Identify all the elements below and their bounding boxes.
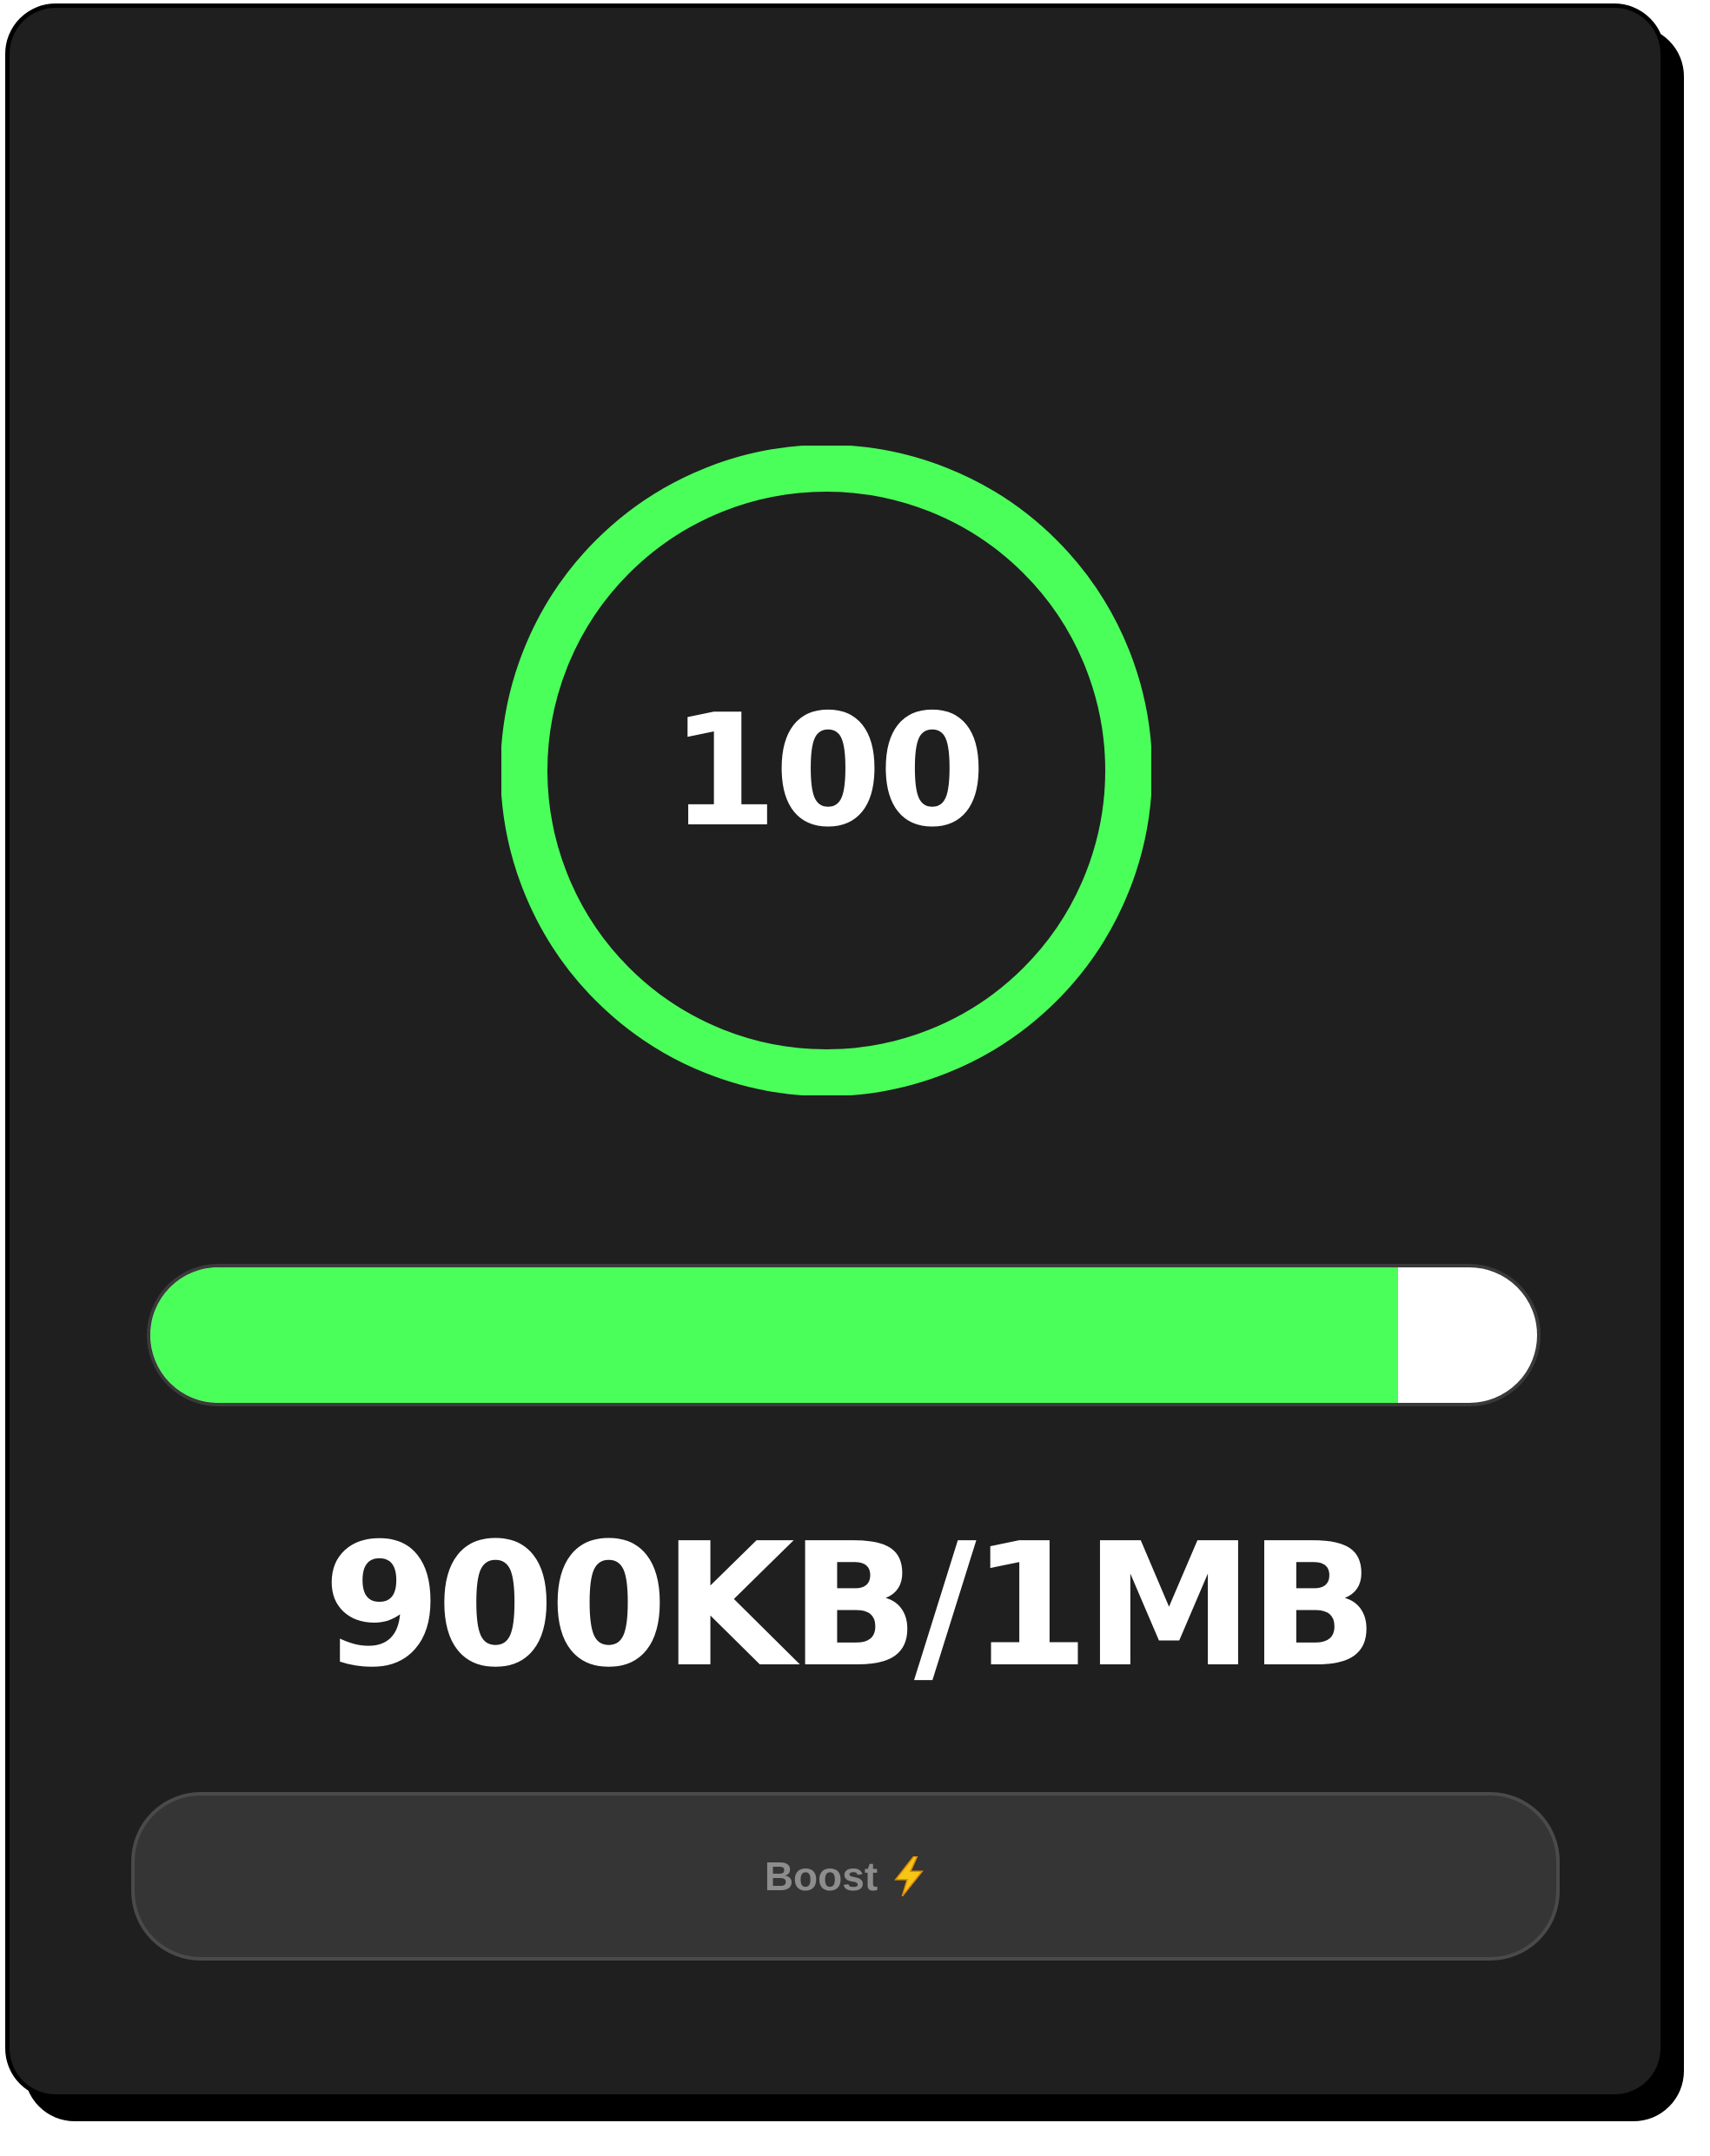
progress-value: 100 bbox=[670, 680, 986, 861]
boost-button-label: Boost bbox=[764, 1854, 878, 1899]
progress-ring: 100 bbox=[501, 446, 1151, 1095]
usage-progress-fill bbox=[150, 1267, 1399, 1403]
boost-button[interactable]: Boost bbox=[131, 1792, 1560, 1961]
usage-size-label: 900KB/1MB bbox=[322, 1507, 1379, 1705]
usage-card: 100 900KB/1MB Boost bbox=[5, 3, 1665, 2099]
usage-progress-bar bbox=[147, 1264, 1541, 1406]
lightning-bolt-icon bbox=[891, 1856, 926, 1896]
